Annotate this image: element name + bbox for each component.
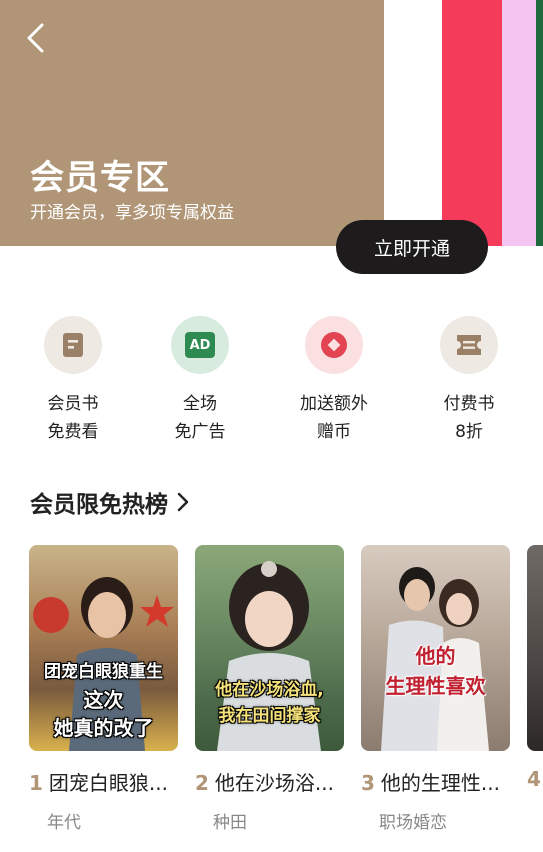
cover-title-line2: 这次 [83, 688, 124, 712]
book-cover[interactable]: 他的 生理性喜欢 [361, 545, 510, 751]
book-rank: 2 [195, 771, 209, 795]
benefit-icon-circle [305, 316, 363, 374]
benefit-label-line2: 8折 [455, 422, 483, 442]
back-button[interactable] [14, 16, 58, 60]
benefit-icon-circle: AD [171, 316, 229, 374]
cover-title-line1: 他在沙场浴血, [215, 680, 324, 700]
benefit-label-line2: 赠币 [317, 422, 351, 442]
book-title-text: 他的生理性... [380, 771, 500, 795]
book-title: 3 他的生理性... [361, 767, 521, 796]
benefit-no-ads[interactable]: AD 全场 免广告 [140, 316, 260, 446]
banner-stripe-green [536, 0, 543, 246]
chevron-left-icon [27, 23, 44, 53]
page-title: 会员专区 [30, 158, 170, 198]
book-cover[interactable]: 他在沙场浴血, 我在田间撑家 [195, 545, 344, 751]
benefits-row: 会员书 免费看 AD 全场 免广告 加送额外 赠币 付费书 8折 [0, 316, 543, 446]
benefit-icon-circle [44, 316, 102, 374]
book-rank: 1 [29, 771, 43, 795]
banner-stripe-pink [502, 0, 536, 246]
benefit-label-line1: 全场 [183, 394, 217, 414]
open-membership-button[interactable]: 立即开通 [336, 220, 488, 274]
member-hero-banner: 会员专区 开通会员，享多项专属权益 [0, 0, 543, 246]
benefit-icon-circle [440, 316, 498, 374]
ad-icon: AD [185, 332, 215, 358]
book-cover[interactable]: 团宠白眼狼重生 这次 她真的改了 [29, 545, 178, 751]
book-card[interactable]: 团宠白眼狼重生 这次 她真的改了 1 团宠白眼狼... 年代 [29, 545, 178, 833]
book-rank: 3 [361, 771, 375, 795]
book-rank: 4 [527, 767, 541, 791]
book-title-text: 他在沙场浴... [214, 771, 334, 795]
chevron-right-icon [177, 492, 189, 512]
book-card[interactable]: 他的 生理性喜欢 3 他的生理性... 职场婚恋 [361, 545, 510, 833]
benefit-label-line2: 免费看 [47, 422, 99, 442]
benefit-label-line1: 付费书 [443, 394, 495, 414]
coin-icon [321, 332, 347, 358]
section-title: 会员限免热榜 [30, 492, 168, 518]
book-title: 1 团宠白眼狼... [29, 767, 189, 796]
benefit-bonus-coins[interactable]: 加送额外 赠币 [274, 316, 394, 446]
banner-stripe-red [442, 0, 502, 246]
cover-title-line2: 生理性喜欢 [385, 674, 486, 698]
book-icon [63, 333, 83, 357]
book-title-text: 团宠白眼狼... [48, 771, 168, 795]
cover-title-line1: 他的 [415, 644, 456, 668]
book-genre: 年代 [47, 813, 81, 833]
banner-stripe-white [384, 0, 442, 246]
book-genre: 种田 [213, 813, 247, 833]
cover-title-line3: 她真的改了 [53, 716, 154, 740]
book-title: 4 [527, 767, 543, 791]
page-subtitle: 开通会员，享多项专属权益 [30, 203, 234, 223]
cover-title-line1: 团宠白眼狼重生 [44, 662, 163, 682]
book-card[interactable]: 4 [527, 545, 543, 791]
book-card[interactable]: 他在沙场浴血, 我在田间撑家 2 他在沙场浴... 种田 [195, 545, 344, 833]
benefit-label-line2: 免广告 [174, 422, 226, 442]
ad-icon-text: AD [189, 337, 211, 353]
book-title: 2 他在沙场浴... [195, 767, 355, 796]
cover-title-line2: 我在田间撑家 [218, 706, 321, 726]
benefit-label-line1: 加送额外 [300, 394, 368, 414]
book-genre: 职场婚恋 [379, 813, 447, 833]
benefit-label-line1: 会员书 [47, 394, 99, 414]
section-header-free-hot-list[interactable]: 会员限免热榜 [30, 485, 190, 519]
book-cover[interactable] [527, 545, 543, 751]
benefit-paid-discount[interactable]: 付费书 8折 [409, 316, 529, 446]
benefit-free-books[interactable]: 会员书 免费看 [13, 316, 133, 446]
ticket-icon [457, 335, 481, 355]
